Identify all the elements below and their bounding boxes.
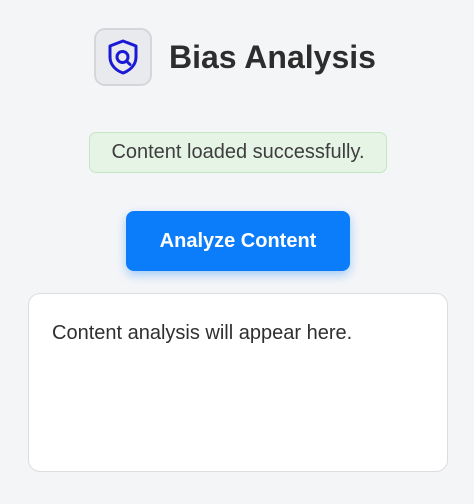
page-title: Bias Analysis: [169, 39, 376, 75]
status-banner: Content loaded successfully.: [89, 132, 387, 173]
analysis-result-panel: Content analysis will appear here.: [28, 293, 448, 472]
shield-search-icon: [94, 28, 152, 86]
analyze-content-button[interactable]: Analyze Content: [126, 211, 350, 271]
status-message: Content loaded successfully.: [111, 141, 365, 163]
analysis-placeholder-text: Content analysis will appear here.: [52, 322, 353, 344]
app-header: Bias Analysis: [94, 27, 376, 87]
